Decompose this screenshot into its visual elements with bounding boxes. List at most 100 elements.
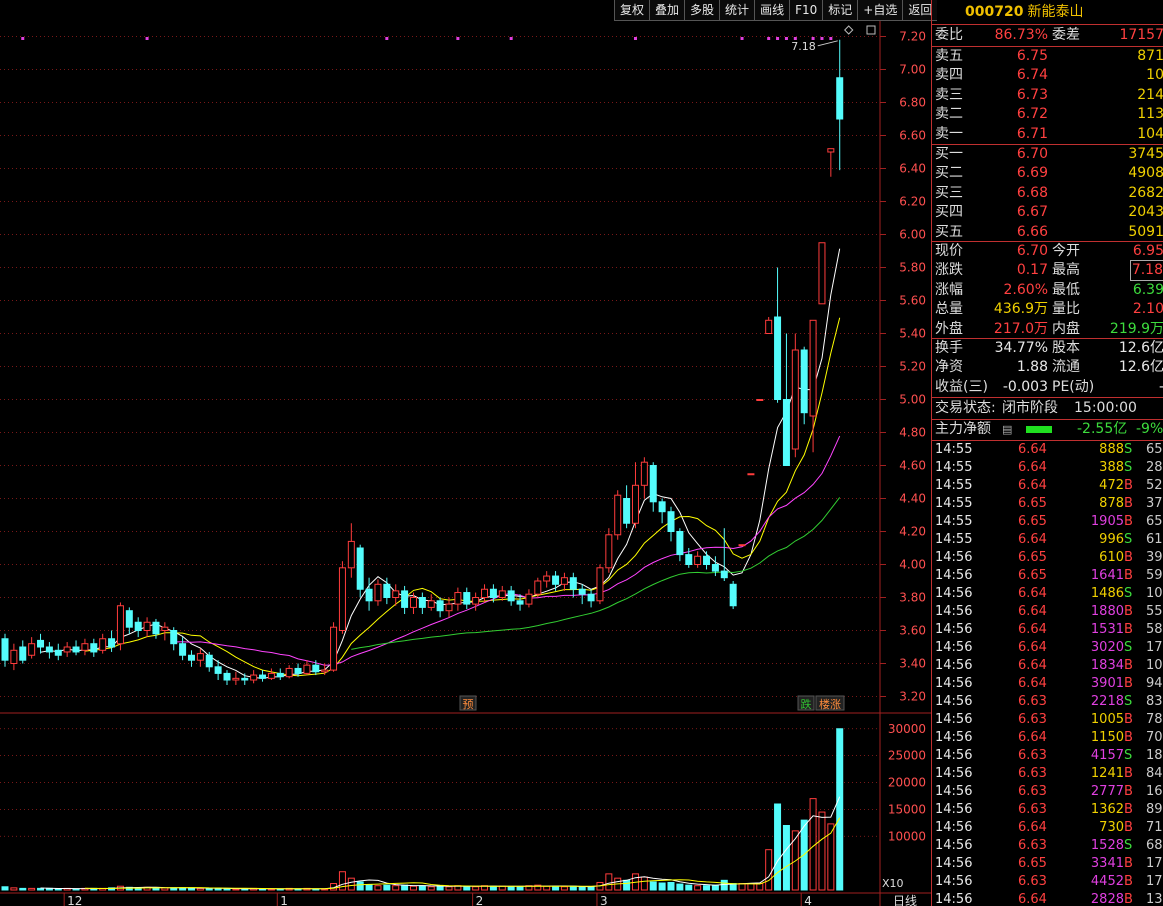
tick-count: 167 [1146, 784, 1163, 799]
bid-row[interactable]: 买三 6.68 2682 [932, 184, 1163, 203]
tick-time: 14:56 [935, 676, 973, 691]
tick-row[interactable]: 14:56 6.64 3901 B 94 [932, 675, 1163, 693]
tick-row[interactable]: 14:56 6.64 3020S 176 [932, 639, 1163, 657]
tick-row[interactable]: 14:56 6.64 1834B 101 [932, 657, 1163, 675]
event-dot-marker[interactable] [456, 37, 460, 40]
price-tick-label: 6.80 [899, 96, 926, 110]
fundamental-value: -0.003 [1002, 378, 1048, 395]
price-tick-label: 6.20 [899, 195, 926, 209]
bid-row[interactable]: 买二 6.69 4908 [932, 164, 1163, 183]
candle-body [72, 646, 80, 653]
netflow-row[interactable]: 主力净额 ▤ -2.55亿 -9% [932, 420, 1163, 439]
price-tick-label: 7.00 [899, 63, 926, 77]
ask-row[interactable]: 卖四 6.74 10 [932, 66, 1163, 85]
stat-row: 外盘 217.0万 内盘 219.9万 [932, 320, 1163, 339]
ask-row[interactable]: 卖二 6.72 113 [932, 105, 1163, 124]
volume-bar [552, 885, 560, 891]
event-dot-marker[interactable] [740, 37, 744, 40]
toolbar-draw-line-button[interactable]: 画线 [754, 0, 790, 21]
tick-row[interactable]: 14:56 6.63 2218 S 83 [932, 693, 1163, 711]
tick-side: B [1124, 514, 1133, 529]
toolbar-statistics-button[interactable]: 统计 [719, 0, 755, 21]
ask-row[interactable]: 卖一 6.71 104 [932, 125, 1163, 144]
tick-row[interactable]: 14:56 6.65 1641 B 59 [932, 567, 1163, 585]
bid-row[interactable]: 买一 6.70 3745 [932, 145, 1163, 164]
volume-bar [658, 882, 666, 891]
tick-side: B [1124, 622, 1133, 637]
tick-time: 14:56 [935, 694, 973, 709]
tick-row[interactable]: 14:56 6.64 1150 B 70 [932, 729, 1163, 747]
tick-volume: 996 [1099, 532, 1124, 547]
candle [116, 602, 124, 651]
tick-volume: 888 [1099, 442, 1124, 457]
candle-body [401, 590, 409, 608]
tick-count: 94 [1146, 676, 1163, 691]
tick-row[interactable]: 14:55 6.64 996 S 61 [932, 531, 1163, 549]
tick-row[interactable]: 14:56 6.64 2828B 138 [932, 891, 1163, 906]
tick-row[interactable]: 14:56 6.63 1362 B 89 [932, 801, 1163, 819]
ask-row[interactable]: 卖五 6.75 871 [932, 47, 1163, 66]
event-dot-marker[interactable] [820, 37, 824, 40]
event-dot-marker[interactable] [633, 37, 637, 40]
tick-row[interactable]: 14:55 6.65 878 B 37 [932, 495, 1163, 513]
tick-price: 6.64 [1018, 532, 1047, 547]
bid-row[interactable]: 买四 6.67 2043 [932, 203, 1163, 222]
candle-body [836, 77, 844, 120]
candle-body [214, 666, 222, 674]
toolbar-mark-button[interactable]: 标记 [822, 0, 858, 21]
menu-icon[interactable]: ▤ [1002, 420, 1012, 439]
tick-row[interactable]: 14:56 6.63 1241 B 84 [932, 765, 1163, 783]
event-dot-marker[interactable] [767, 37, 771, 40]
tick-side: S [1124, 694, 1133, 709]
tick-time: 14:55 [935, 478, 973, 493]
candle-body [738, 544, 746, 547]
tick-row[interactable]: 14:56 6.65 3341B 174 [932, 855, 1163, 873]
tick-row[interactable]: 14:56 6.64 1880 B 55 [932, 603, 1163, 621]
quote-panel: 000720 新能泰山 委比 86.73% 委差 17157 卖五 6.75 871 卖… [931, 0, 1163, 906]
tick-count: 28 [1146, 460, 1163, 475]
signal-badge: 楼涨 [819, 697, 841, 711]
tick-row[interactable]: 14:55 6.64 888 S 65 [932, 441, 1163, 459]
toolbar-multi-stock-button[interactable]: 多股 [684, 0, 720, 21]
event-dot-marker[interactable] [509, 37, 513, 40]
candle-body [481, 588, 489, 598]
tick-row[interactable]: 14:56 6.64 730 B 71 [932, 819, 1163, 837]
event-dot-marker[interactable] [21, 37, 25, 40]
event-dot-marker[interactable] [829, 37, 833, 40]
bid-label: 买二 [935, 165, 963, 182]
tick-row[interactable]: 14:56 6.63 1528 S 68 [932, 837, 1163, 855]
toolbar-restore-rights-button[interactable]: 复权 [614, 0, 650, 21]
tick-row[interactable]: 14:55 6.64 472 B 52 [932, 477, 1163, 495]
stat-label: 最低 [1052, 281, 1080, 298]
price-tick-label: 5.40 [899, 327, 926, 341]
tick-count: 58 [1146, 622, 1163, 637]
tick-row[interactable]: 14:56 6.65 610 B 39 [932, 549, 1163, 567]
toolbar-overlay-button[interactable]: 叠加 [649, 0, 685, 21]
toolbar-f10-button[interactable]: F10 [789, 0, 823, 21]
kline-chart[interactable]: 7.20 7.00 6.80 6.60 6.40 6.20 6.00 5.80 5.60 5.40… [0, 0, 931, 906]
stat-value: 0.17 [1016, 262, 1048, 279]
tick-row[interactable]: 14:56 6.63 2777B 167 [932, 783, 1163, 801]
tick-row[interactable]: 14:56 6.64 1531 B 58 [932, 621, 1163, 639]
event-dot-marker[interactable] [385, 37, 389, 40]
candle-body [19, 646, 27, 661]
candle-body [294, 667, 302, 674]
tick-row[interactable]: 14:56 6.63 4157S 180 [932, 747, 1163, 765]
bid-row[interactable]: 买五 6.66 5091 [932, 223, 1163, 242]
candle-body [108, 638, 116, 648]
price-tick-label: 3.60 [899, 624, 926, 638]
tick-row[interactable]: 14:56 6.64 1486S 105 [932, 585, 1163, 603]
event-dot-marker[interactable] [776, 37, 780, 40]
toolbar-add-watchlist-button[interactable]: +自选 [857, 0, 903, 21]
event-dot-marker[interactable] [784, 37, 788, 40]
event-dot-marker[interactable] [145, 37, 149, 40]
tick-time: 14:56 [935, 856, 973, 871]
tick-time: 14:56 [935, 766, 973, 781]
tick-row[interactable]: 14:56 6.63 1005 B 78 [932, 711, 1163, 729]
candle-body [685, 554, 693, 565]
netflow-label: 主力净额 [935, 421, 991, 437]
tick-row[interactable]: 14:55 6.64 388 S 28 [932, 459, 1163, 477]
tick-row[interactable]: 14:55 6.65 1905 B 65 [932, 513, 1163, 531]
ask-row[interactable]: 卖三 6.73 214 [932, 86, 1163, 105]
tick-row[interactable]: 14:56 6.63 4452B 171 [932, 873, 1163, 891]
